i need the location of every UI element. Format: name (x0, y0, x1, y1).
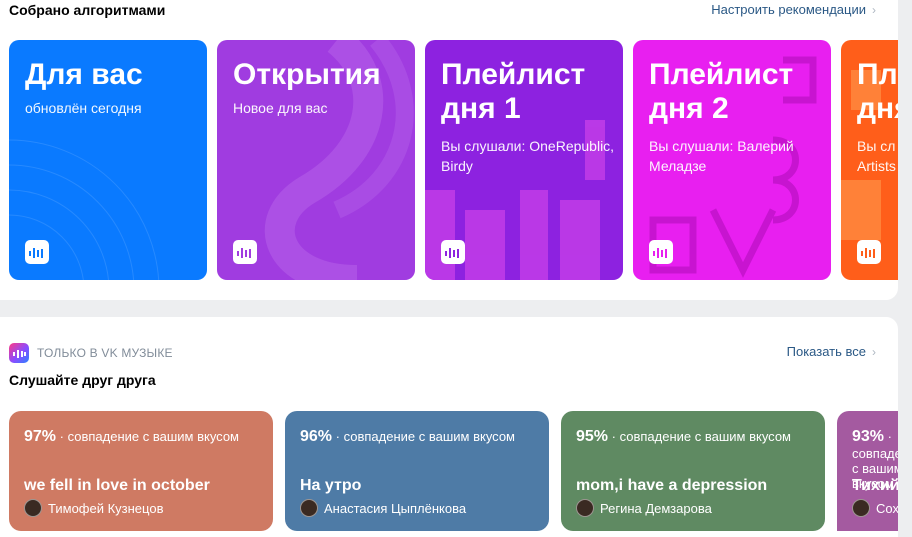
playlist-owner[interactable]: Регина Демзарова (576, 499, 712, 517)
friend-playlist-card[interactable]: 97% · совпадение с вашим вкусом we fell … (9, 411, 273, 531)
badge-label: ТОЛЬКО В VK МУЗЫКЕ (37, 346, 173, 360)
friend-playlist-card[interactable]: 93% · совпадение с вашим вкусом Тихий Со… (837, 411, 898, 531)
playlist-title: На утро (300, 477, 362, 494)
friend-playlist-card[interactable]: 95% · совпадение с вашим вкусом mom,i ha… (561, 411, 825, 531)
playlist-card-day-1[interactable]: Плейлист дня 1 Вы слушали: OneRepublic, … (425, 40, 623, 280)
match-percent: 96% (300, 428, 333, 445)
card-subtitle: Вы слушали: OneRepublic, Birdy (441, 138, 615, 174)
owner-name: Регина Демзарова (600, 500, 712, 516)
configure-recommendations-link[interactable]: Настроить рекомендации › (711, 2, 876, 17)
vk-music-icon (9, 343, 29, 363)
vk-exclusive-badge: ТОЛЬКО В VK МУЗЫКЕ (9, 343, 173, 363)
playlist-card-day-3[interactable]: Пл дня Вы сл Artists (841, 40, 898, 280)
music-wave-icon (857, 240, 881, 264)
owner-name: Анастасия Цыплёнкова (324, 500, 467, 516)
music-wave-icon (25, 240, 49, 264)
section-title: Собрано алгоритмами (9, 2, 166, 18)
music-wave-icon (441, 240, 465, 264)
match-text: · совпадение с вашим вкусом (59, 429, 239, 444)
section-title: Слушайте друг друга (9, 372, 156, 388)
playlist-title: mom,i have a depression (576, 477, 768, 494)
match-percent: 97% (24, 428, 57, 445)
card-title: Плейлист дня 2 (649, 58, 794, 125)
match-info: 95% · совпадение с вашим вкусом (576, 428, 791, 446)
playlist-title: Тихий (852, 477, 898, 494)
card-title: Пл дня (857, 58, 898, 125)
avatar (24, 499, 42, 517)
playlist-owner[interactable]: Анастасия Цыплёнкова (300, 499, 466, 517)
playlist-owner[interactable]: Тимофей Кузнецов (24, 499, 163, 517)
match-text: · совпадение с вашим вкусом (335, 429, 515, 444)
avatar (300, 499, 318, 517)
match-percent: 95% (576, 428, 609, 445)
music-wave-icon (233, 240, 257, 264)
friend-playlist-card[interactable]: 96% · совпадение с вашим вкусом На утро … (285, 411, 549, 531)
avatar (852, 499, 870, 517)
playlist-card-day-2[interactable]: Плейлист дня 2 Вы слушали: Валерий Мелад… (633, 40, 831, 280)
chevron-right-icon: › (872, 3, 876, 17)
card-subtitle: Вы слушали: Валерий Меладзе (649, 138, 794, 174)
show-all-label[interactable]: Показать все (787, 344, 866, 359)
music-wave-icon (649, 240, 673, 264)
match-text: · совпадение с вашим вкусом (611, 429, 791, 444)
chevron-right-icon: › (872, 345, 876, 359)
configure-recommendations-label[interactable]: Настроить рекомендации (711, 2, 866, 17)
avatar (576, 499, 594, 517)
match-info: 97% · совпадение с вашим вкусом (24, 428, 239, 446)
card-title: Для вас (25, 58, 143, 91)
card-subtitle: Вы сл Artists (857, 138, 896, 174)
playlist-card-discoveries[interactable]: Открытия Новое для вас (217, 40, 415, 280)
card-title: Плейлист дня 1 (441, 58, 586, 125)
playlist-owner[interactable]: Сох (852, 499, 898, 517)
match-info: 96% · совпадение с вашим вкусом (300, 428, 515, 446)
show-all-link[interactable]: Показать все › (787, 344, 876, 359)
algorithms-section: Собрано алгоритмами Настроить рекомендац… (0, 0, 898, 300)
playlist-title: we fell in love in october (24, 477, 210, 494)
match-percent: 93% (852, 428, 885, 445)
card-subtitle: обновлён сегодня (25, 100, 142, 116)
owner-name: Сох (876, 500, 898, 516)
card-title: Открытия (233, 58, 381, 91)
playlist-card-for-you[interactable]: Для вас обновлён сегодня (9, 40, 207, 280)
card-subtitle: Новое для вас (233, 100, 328, 116)
owner-name: Тимофей Кузнецов (48, 500, 164, 516)
